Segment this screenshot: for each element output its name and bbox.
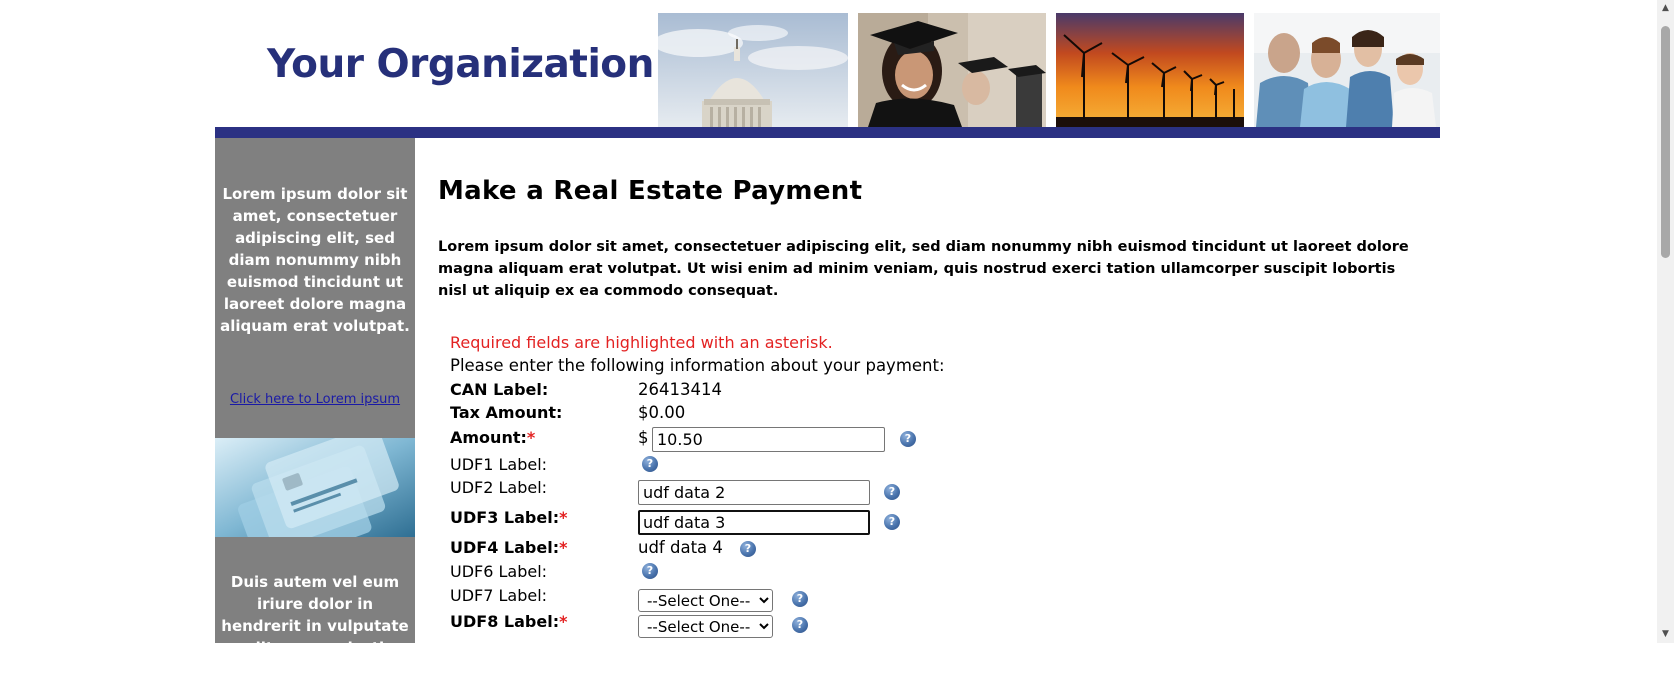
can-row: CAN Label: 26413414 <box>450 379 1350 403</box>
required-asterisk: * <box>559 508 568 527</box>
page: Your Organization Lorem ipsum dolor sit … <box>215 0 1440 679</box>
tax-row: Tax Amount: $0.00 <box>450 402 1350 426</box>
udf6-label: UDF6 Label: <box>450 562 548 581</box>
sidebar: Lorem ipsum dolor sit amet, consectetuer… <box>215 138 415 679</box>
page-title: Make a Real Estate Payment <box>438 176 863 206</box>
currency-symbol: $ <box>638 428 649 447</box>
scroll-up-arrow-icon[interactable]: ▲ <box>1657 0 1674 17</box>
tax-amount-label: Tax Amount: <box>450 403 563 422</box>
udf3-row: UDF3 Label:* ? <box>450 507 1350 535</box>
udf8-select[interactable]: --Select One-- <box>638 615 773 638</box>
sidebar-blurb-bottom: Duis autem vel eum iriure dolor in hendr… <box>221 573 409 679</box>
udf7-help-icon[interactable]: ? <box>792 591 808 607</box>
udf7-row: UDF7 Label: --Select One-- ? <box>450 585 1350 612</box>
udf2-input[interactable] <box>638 480 870 505</box>
amount-help-icon[interactable]: ? <box>900 431 916 447</box>
graduate-photo <box>858 13 1046 127</box>
udf2-label: UDF2 Label: <box>450 478 548 497</box>
can-label: CAN Label: <box>450 380 549 399</box>
udf4-value: udf data 4 <box>638 538 723 557</box>
sidebar-blurb-top: Lorem ipsum dolor sit amet, consectetuer… <box>220 185 410 335</box>
udf3-help-icon[interactable]: ? <box>884 514 900 530</box>
amount-row: Amount:* $ ? <box>450 427 1350 452</box>
scroll-down-arrow-icon[interactable]: ▼ <box>1657 626 1674 643</box>
amount-input[interactable] <box>652 427 885 452</box>
udf6-help-icon[interactable]: ? <box>642 563 658 579</box>
udf2-row: UDF2 Label: ? <box>450 477 1350 505</box>
udf1-help-icon[interactable]: ? <box>642 456 658 472</box>
required-asterisk: * <box>559 612 568 631</box>
intro-paragraph: Lorem ipsum dolor sit amet, consectetuer… <box>438 239 1409 299</box>
udf1-row: UDF1 Label: ? <box>450 454 1350 478</box>
scrollbar-thumb[interactable] <box>1661 26 1670 258</box>
udf2-help-icon[interactable]: ? <box>884 484 900 500</box>
udf3-input[interactable] <box>638 510 870 535</box>
udf4-row: UDF4 Label:* udf data 4 ? <box>450 537 1350 561</box>
required-asterisk: * <box>526 428 536 447</box>
required-asterisk: * <box>559 538 568 557</box>
udf7-label: UDF7 Label: <box>450 586 548 605</box>
vertical-scrollbar[interactable]: ▲ ▼ <box>1657 0 1674 643</box>
udf4-help-icon[interactable]: ? <box>740 541 756 557</box>
org-logo-text: Your Organization <box>267 42 654 87</box>
udf6-row: UDF6 Label: ? <box>450 561 1350 585</box>
sidebar-link[interactable]: Click here to Lorem ipsum <box>215 392 415 407</box>
amount-label: Amount:* <box>450 428 536 447</box>
can-value: 26413414 <box>638 380 722 399</box>
wind-turbines-photo <box>1056 13 1244 127</box>
udf7-select[interactable]: --Select One-- <box>638 589 773 612</box>
udf1-label: UDF1 Label: <box>450 455 548 474</box>
family-doctor-photo <box>1254 13 1440 127</box>
udf8-row: UDF8 Label:* --Select One-- ? <box>450 611 1350 638</box>
udf8-label: UDF8 Label:* <box>450 612 568 631</box>
udf3-label: UDF3 Label:* <box>450 508 568 527</box>
credit-cards-image <box>215 438 415 537</box>
form-instructions: Please enter the following information a… <box>450 356 945 375</box>
header: Your Organization <box>215 0 1440 138</box>
udf4-label: UDF4 Label:* <box>450 538 568 557</box>
capitol-dome-photo <box>658 13 848 127</box>
udf8-help-icon[interactable]: ? <box>792 617 808 633</box>
tax-amount-value: $0.00 <box>638 403 686 422</box>
header-divider-bar <box>215 127 1440 138</box>
required-fields-note: Required fields are highlighted with an … <box>450 333 833 352</box>
